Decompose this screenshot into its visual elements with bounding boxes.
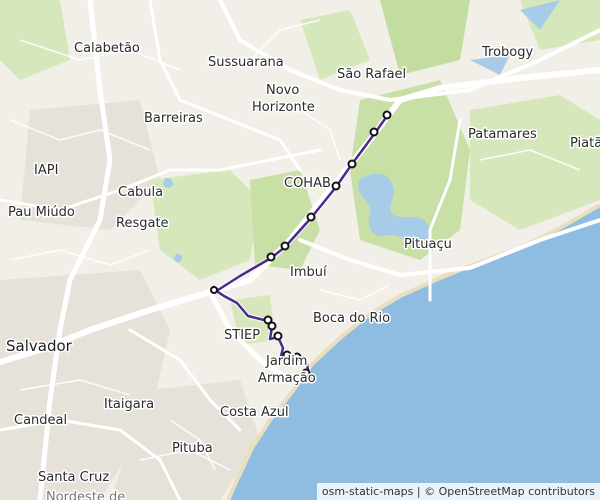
place-label: IAPI [34,163,58,178]
place-label: STIEP [224,328,260,343]
place-label: Horizonte [252,100,315,115]
route-stop[interactable] [280,241,290,251]
attribution-generator: osm-static-maps [321,485,414,498]
place-label: Pituba [172,441,213,456]
place-label: Novo [266,83,299,98]
place-label: Boca do Rio [313,311,390,326]
place-label: Sussuarana [208,55,284,70]
place-label: Jardim [265,354,307,369]
place-label: Itaigara [104,397,154,412]
route-stop[interactable] [273,331,283,341]
place-label: Cabula [118,185,163,200]
route-stop[interactable] [266,252,276,262]
place-label: São Rafael [337,67,406,82]
place-label: Piatã [570,136,600,151]
place-label: Calabetão [74,41,140,56]
route-stop[interactable] [267,321,277,331]
place-label: Pituaçu [404,237,452,252]
place-label: Barreiras [144,111,203,126]
place-label: Pau Miúdo [8,205,75,220]
place-label: Trobogy [481,45,534,60]
route-stop[interactable] [382,110,392,120]
place-label: Costa Azul [220,405,289,420]
route-stop[interactable] [306,212,316,222]
place-label: Candeal [14,413,67,428]
route-stop[interactable] [369,127,379,137]
place-label: COHAB [284,176,331,191]
route-stop[interactable] [210,286,218,294]
map-canvas[interactable]: Calabetão Sussuarana Trobogy São Rafael … [0,0,600,500]
route-stop[interactable] [331,181,341,191]
place-label: Imbuí [290,265,327,280]
place-label: Nordeste de [46,490,125,500]
map-attribution: osm-static-maps | © OpenStreetMap contri… [316,483,600,500]
place-label: Patamares [468,127,537,142]
attribution-copyright: © OpenStreetMap contributors [424,485,595,498]
place-label: Resgate [116,216,169,231]
place-label: Santa Cruz [38,470,109,485]
route-stop[interactable] [347,159,357,169]
attribution-separator: | [416,485,421,498]
place-label: Armação [258,371,316,386]
place-label-city: Salvador [6,337,73,355]
